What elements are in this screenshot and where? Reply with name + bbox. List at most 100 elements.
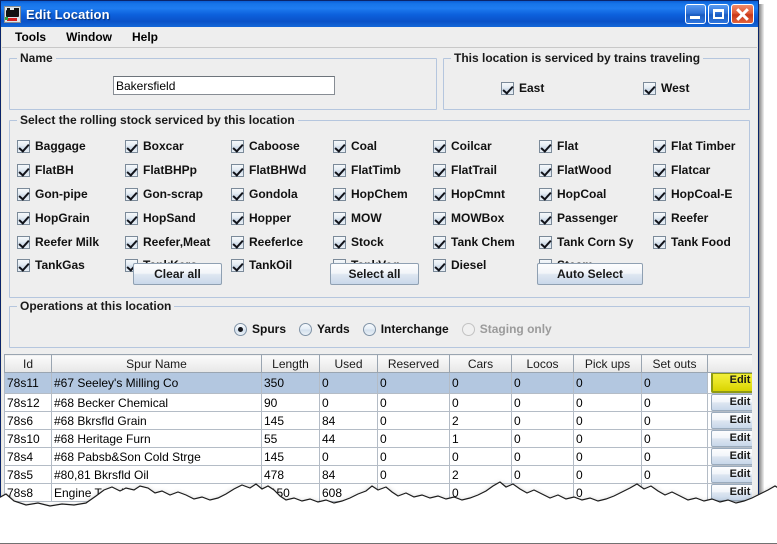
table-cell[interactable]: 0 — [378, 373, 450, 394]
table-cell[interactable]: 78s11 — [5, 373, 52, 394]
edit-button[interactable]: Edit — [711, 430, 752, 447]
column-header-reserved[interactable]: Reserved — [378, 355, 450, 373]
checkbox-hopcmnt[interactable]: HopCmnt — [433, 187, 505, 201]
checkbox-mow[interactable]: MOW — [333, 211, 382, 225]
checkbox-reeferice[interactable]: ReeferIce — [231, 235, 303, 249]
table-cell[interactable]: 0 — [512, 448, 574, 466]
table-row[interactable]: 78s8Engine Terminal115060800800Edit — [5, 484, 753, 502]
table-cell[interactable]: 44 — [320, 430, 378, 448]
auto-select-button[interactable]: Auto Select — [537, 263, 643, 285]
radio-interchange[interactable]: Interchange — [363, 322, 449, 336]
table-cell[interactable]: 0 — [450, 484, 512, 502]
checkbox-flattrail[interactable]: FlatTrail — [433, 163, 497, 177]
edit-button[interactable]: Edit — [711, 373, 752, 394]
table-cell[interactable]: 78s6 — [5, 412, 52, 430]
table-cell[interactable]: 1150 — [262, 484, 320, 502]
column-header-used[interactable]: Used — [320, 355, 378, 373]
checkbox-caboose[interactable]: Caboose — [231, 139, 300, 153]
checkbox-passenger[interactable]: Passenger — [539, 211, 618, 225]
table-cell[interactable]: 145 — [262, 448, 320, 466]
column-header-length[interactable]: Length — [262, 355, 320, 373]
checkbox-hopcoal[interactable]: HopCoal — [539, 187, 606, 201]
checkbox-stock[interactable]: Stock — [333, 235, 384, 249]
checkbox-flattimb[interactable]: FlatTimb — [333, 163, 401, 177]
checkbox-boxcar[interactable]: Boxcar — [125, 139, 184, 153]
checkbox-flatbhpp[interactable]: FlatBHPp — [125, 163, 197, 177]
table-cell[interactable]: 478 — [262, 466, 320, 484]
table-cell[interactable]: 0 — [320, 448, 378, 466]
checkbox-reefer-milk[interactable]: Reefer Milk — [17, 235, 99, 249]
column-header-spur-name[interactable]: Spur Name — [52, 355, 262, 373]
table-cell[interactable]: 0 — [512, 412, 574, 430]
table-cell[interactable]: 0 — [512, 430, 574, 448]
radio-yards[interactable]: Yards — [299, 322, 350, 336]
table-cell[interactable]: 78s8 — [5, 484, 52, 502]
checkbox-tank-chem[interactable]: Tank Chem — [433, 235, 515, 249]
checkbox-hopper[interactable]: Hopper — [231, 211, 291, 225]
table-cell[interactable]: #68 Heritage Furn — [52, 430, 262, 448]
checkbox-flatwood[interactable]: FlatWood — [539, 163, 611, 177]
table-cell[interactable]: 0 — [378, 394, 450, 412]
checkbox-gon-pipe[interactable]: Gon-pipe — [17, 187, 88, 201]
menu-item-window[interactable]: Window — [57, 28, 121, 47]
table-row[interactable]: 78s10#68 Heritage Furn554401000Edit — [5, 430, 753, 448]
table-cell[interactable]: 0 — [512, 394, 574, 412]
table-cell[interactable]: 0 — [512, 466, 574, 484]
table-cell[interactable]: #67 Seeley's Milling Co — [52, 373, 262, 394]
table-cell[interactable]: 0 — [574, 373, 642, 394]
checkbox-flatbhwd[interactable]: FlatBHWd — [231, 163, 306, 177]
checkbox-flatcar[interactable]: Flatcar — [653, 163, 710, 177]
table-row[interactable]: 78s5#80,81 Bkrsfld Oil4788402000Edit — [5, 466, 753, 484]
table-cell[interactable]: 0 — [378, 466, 450, 484]
checkbox-hopsand[interactable]: HopSand — [125, 211, 196, 225]
table-row[interactable]: 78s12#68 Becker Chemical90000000Edit — [5, 394, 753, 412]
table-cell[interactable]: 0 — [512, 373, 574, 394]
table-cell[interactable]: 78s4 — [5, 448, 52, 466]
column-header-set-outs[interactable]: Set outs — [642, 355, 708, 373]
table-cell[interactable]: 90 — [262, 394, 320, 412]
table-cell[interactable]: 145 — [262, 412, 320, 430]
table-cell[interactable]: Engine Terminal — [52, 484, 262, 502]
table-cell[interactable]: 0 — [642, 484, 708, 502]
table-cell[interactable]: 78s10 — [5, 430, 52, 448]
close-icon[interactable] — [731, 4, 754, 24]
table-cell[interactable]: 8 — [512, 484, 574, 502]
edit-button[interactable]: Edit — [711, 412, 752, 429]
checkbox-hopchem[interactable]: HopChem — [333, 187, 408, 201]
table-cell[interactable]: 0 — [574, 466, 642, 484]
minimize-icon[interactable] — [685, 4, 706, 24]
column-header-cars[interactable]: Cars — [450, 355, 512, 373]
checkbox-reefer[interactable]: Reefer — [653, 211, 708, 225]
table-cell[interactable]: 0 — [378, 412, 450, 430]
column-header-locos[interactable]: Locos — [512, 355, 574, 373]
table-cell[interactable]: 0 — [574, 430, 642, 448]
checkbox-flat[interactable]: Flat — [539, 139, 578, 153]
select-all-button[interactable]: Select all — [330, 263, 419, 285]
table-cell[interactable]: 84 — [320, 412, 378, 430]
table-cell[interactable]: 1 — [450, 430, 512, 448]
checkbox-tankoil[interactable]: TankOil — [231, 258, 292, 272]
radio-spurs[interactable]: Spurs — [234, 322, 286, 336]
checkbox-tankgas[interactable]: TankGas — [17, 258, 85, 272]
table-row[interactable]: 78s4#68 Pabsb&Son Cold Strge145000000Edi… — [5, 448, 753, 466]
location-name-input[interactable] — [113, 76, 335, 95]
table-cell[interactable]: 350 — [262, 373, 320, 394]
table-cell[interactable]: 0 — [642, 448, 708, 466]
checkbox-gon-scrap[interactable]: Gon-scrap — [125, 187, 203, 201]
checkbox-mowbox[interactable]: MOWBox — [433, 211, 504, 225]
table-cell[interactable]: 2 — [450, 412, 512, 430]
table-row[interactable]: 78s6#68 Bkrsfld Grain1458402000Edit — [5, 412, 753, 430]
table-cell[interactable]: 0 — [642, 412, 708, 430]
column-header-action[interactable] — [708, 355, 753, 373]
checkbox-hopgrain[interactable]: HopGrain — [17, 211, 90, 225]
table-cell[interactable]: #68 Becker Chemical — [52, 394, 262, 412]
edit-button[interactable]: Edit — [711, 394, 752, 411]
table-cell[interactable]: 78s5 — [5, 466, 52, 484]
checkbox-east[interactable]: East — [501, 81, 544, 95]
checkbox-flat-timber[interactable]: Flat Timber — [653, 139, 735, 153]
table-cell[interactable]: 0 — [574, 484, 642, 502]
table-cell[interactable]: 84 — [320, 466, 378, 484]
table-cell[interactable]: 0 — [642, 394, 708, 412]
table-cell[interactable]: 0 — [642, 373, 708, 394]
checkbox-flatbh[interactable]: FlatBH — [17, 163, 74, 177]
